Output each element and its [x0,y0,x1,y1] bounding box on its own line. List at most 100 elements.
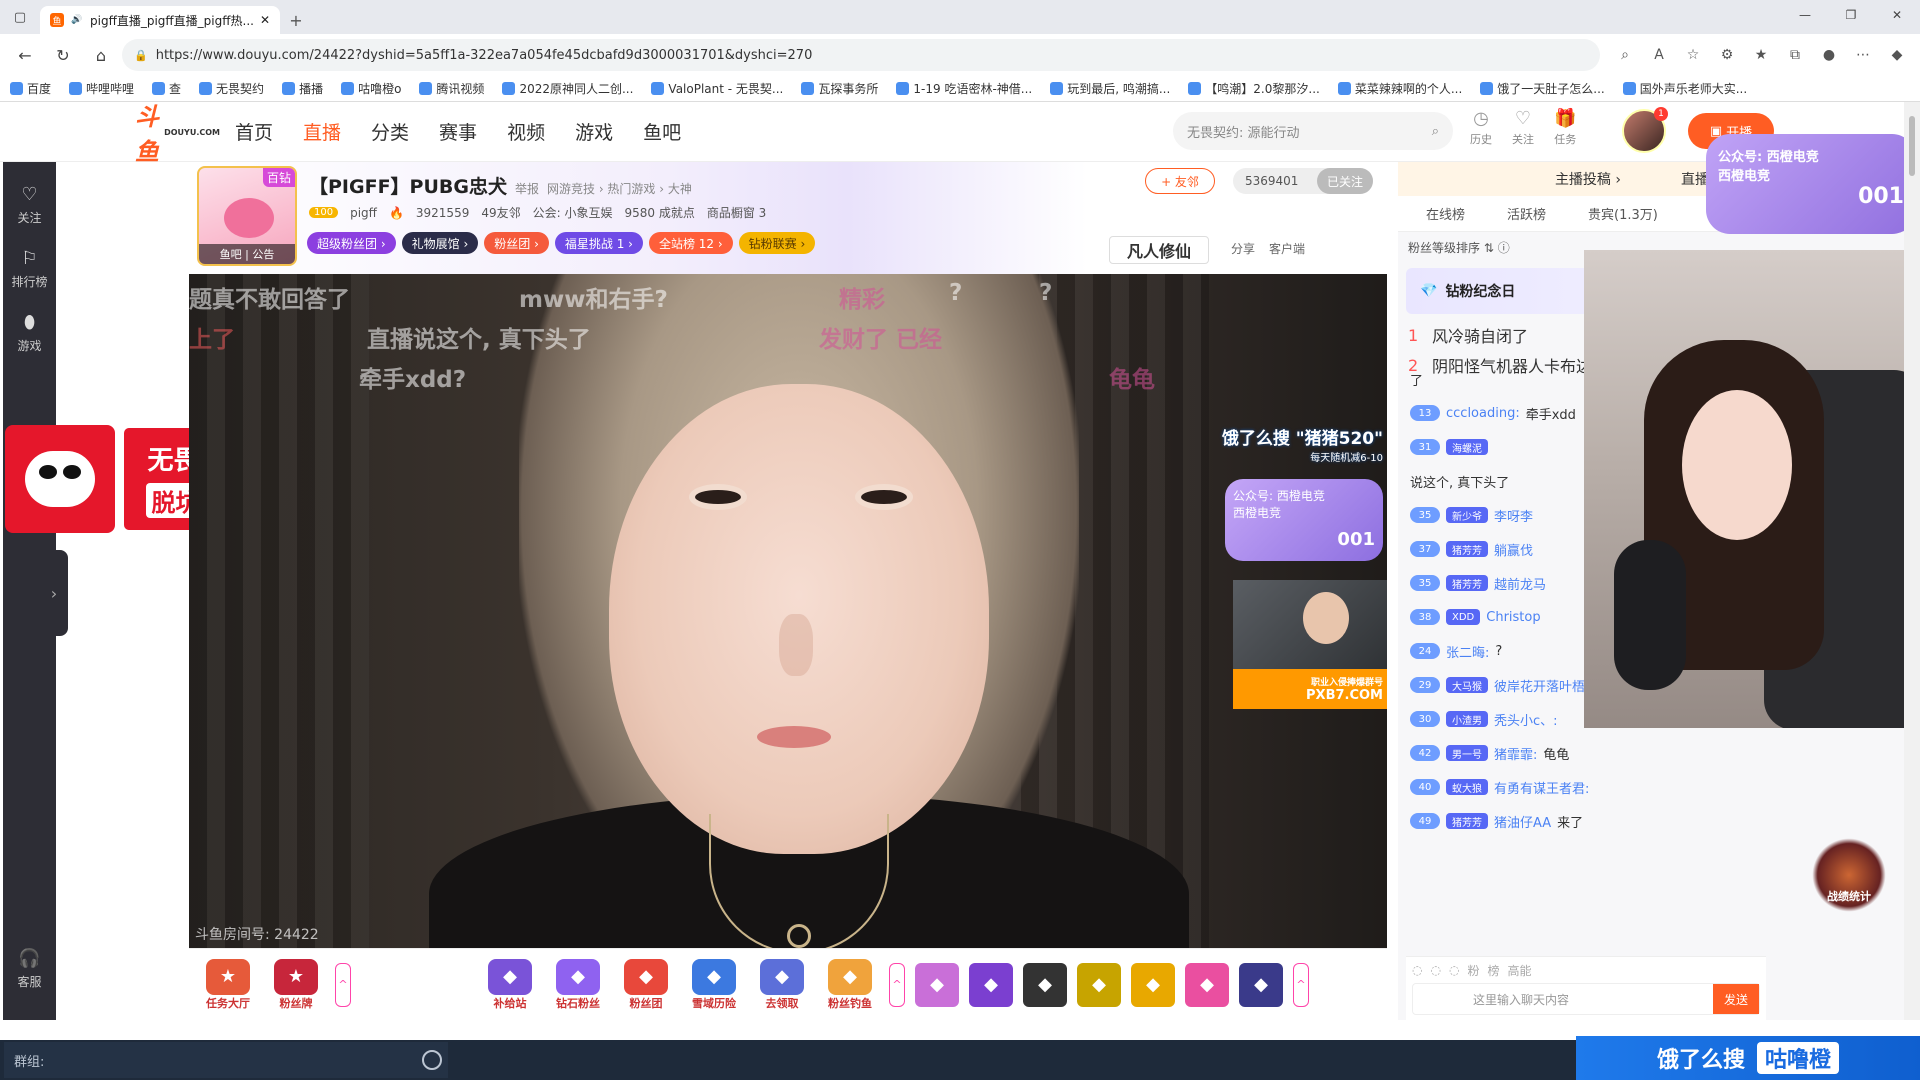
shop-label[interactable]: 商品橱窗 3 [707,204,766,221]
chat-tool-button[interactable]: 榜 [1487,962,1499,979]
client-link[interactable]: 客户端 [1269,240,1305,257]
zoom-icon[interactable]: ⌕ [1610,40,1640,70]
read-aloud-icon[interactable]: A [1644,40,1674,70]
gift-square-icon[interactable]: ◆ [969,962,1013,1007]
game-stat-button[interactable]: 战绩统计 [1812,838,1886,912]
chat-tool-button[interactable]: 高能 [1507,962,1531,979]
crown-icon[interactable]: ◌ [1449,963,1459,977]
refresh-icon[interactable]: ↻ [46,39,80,71]
nav-item-0[interactable]: 首页 [235,118,273,145]
room-chip[interactable]: 礼物展馆 › [401,232,479,254]
favorite-star-icon[interactable]: ☆ [1678,40,1708,70]
bookmark-item[interactable]: 国外声乐老师大实... [1622,80,1747,97]
follow-button[interactable]: 5369401 已关注 [1233,168,1373,194]
minimize-icon[interactable]: — [1782,0,1828,30]
more-icon[interactable]: ⋯ [1848,40,1878,70]
right-top-link[interactable]: 主播投稿 › [1555,169,1621,189]
speaker-icon[interactable]: 🔊 [70,13,84,27]
nav-item-3[interactable]: 赛事 [439,118,477,145]
close-window-icon[interactable]: ✕ [1874,0,1920,30]
new-tab-button[interactable]: + [280,6,312,34]
bookmark-item[interactable]: 播播 [282,80,323,97]
search-input[interactable]: 无畏契约: 源能行动 ⌕ [1173,112,1453,150]
bookmark-item[interactable]: ValoPlant - 无畏契... [651,80,783,97]
gift-scroll-up-button[interactable]: ^ [1293,962,1309,1007]
gift-square-icon[interactable]: ◆ [1131,962,1175,1007]
nav-item-6[interactable]: 鱼吧 [643,118,681,145]
streamer-name[interactable]: pigff [350,206,377,220]
bookmark-item[interactable]: 瓦探事务所 [801,80,878,97]
gift-button[interactable]: 🎁 任务 [1554,108,1576,147]
gift-square-icon[interactable]: ◆ [1239,962,1283,1007]
window-menu-icon[interactable]: ▢ [0,0,40,34]
bookmark-item[interactable]: 无畏契约 [199,80,264,97]
scrollbar-thumb[interactable] [1909,116,1915,176]
sidebar-item-game[interactable]: ⬮ 游戏 [3,312,56,354]
send-button[interactable]: 发送 [1713,984,1759,1014]
gift-square-icon[interactable]: ◆ [1023,962,1067,1007]
gift-item[interactable]: ◆ 粉丝钓鱼 [821,958,879,1011]
gift-item[interactable]: ★ 粉丝牌 [267,958,325,1011]
bookmark-item[interactable]: 【鸣潮】2.0黎那汐... [1188,80,1320,97]
game-ad-badge[interactable]: 凡人修仙 [1109,236,1209,264]
smile-icon[interactable]: ◌ [1412,963,1422,977]
sidebar-item-heart[interactable]: ♡ 关注 [3,184,56,226]
chat-username[interactable]: 越前龙马 [1494,574,1546,593]
chat-username[interactable]: 猪霏霏: [1494,744,1537,763]
gift-scroll-up-button[interactable]: ^ [889,962,905,1007]
group-input[interactable]: 群组: [4,1042,448,1078]
rank-tab[interactable]: 贵宾(1.3万) [1588,204,1658,223]
bookmark-item[interactable]: 腾讯视频 [419,80,484,97]
gift-square-icon[interactable]: ◆ [1185,962,1229,1007]
gift-item[interactable]: ◆ 雪域历险 [685,958,743,1011]
bookmark-item[interactable]: 2022原神同人二创... [502,80,633,97]
avatar[interactable]: 1 [1622,107,1668,153]
chat-username[interactable]: 猪油仔AA [1494,812,1551,831]
sidebar-item-service[interactable]: 🎧 客服 [3,948,56,990]
chat-username[interactable]: cccloading: [1446,406,1520,421]
chat-username[interactable]: 张二晦: [1446,642,1489,661]
megaphone-icon[interactable]: ◌ [1430,963,1440,977]
bookmark-item[interactable]: 百度 [10,80,51,97]
chat-username[interactable]: 李呀李 [1494,506,1533,525]
restore-icon[interactable]: ❐ [1828,0,1874,30]
browser-tab[interactable]: 鱼 🔊 pigff直播_pigff直播_pigff热... ✕ [40,6,280,34]
bookmark-item[interactable]: 查 [152,80,181,97]
history-button[interactable]: ◷ 历史 [1470,108,1492,147]
category-breadcrumb[interactable]: 网游竞技 › 热门游戏 › 大神 [547,180,692,197]
extensions-icon[interactable]: ⚙ [1712,40,1742,70]
friends-count[interactable]: 49友邻 [481,204,520,221]
sidebar-item-rank[interactable]: ⚐ 排行榜 [3,248,56,290]
chat-input[interactable]: 这里输入聊天内容 发送 [1412,983,1760,1015]
room-chip[interactable]: 福星挑战 1 › [554,232,643,254]
room-chip[interactable]: 粉丝团 › [484,232,549,254]
guild-label[interactable]: 公会: 小象互娱 [533,204,613,221]
bookmark-item[interactable]: 咕噜橙o [341,80,401,97]
report-link[interactable]: 举报 [515,180,539,197]
nav-item-2[interactable]: 分类 [371,118,409,145]
gift-item[interactable]: ◆ 去领取 [753,958,811,1011]
heart-button[interactable]: ♡ 关注 [1512,108,1534,147]
gift-square-icon[interactable]: ◆ [1077,962,1121,1007]
url-field[interactable]: 🔒 https://www.douyu.com/24422?dyshid=5a5… [122,39,1600,71]
chat-username[interactable]: Christop [1486,610,1540,625]
search-icon[interactable]: ⌕ [1432,124,1439,139]
site-info-icon[interactable]: 🔒 [134,49,148,62]
profile-icon[interactable]: ● [1814,40,1844,70]
collections-icon[interactable]: ⧉ [1780,40,1810,70]
back-icon[interactable]: ← [8,39,42,71]
favorites-icon[interactable]: ★ [1746,40,1776,70]
share-link[interactable]: 分享 [1231,240,1255,257]
gift-item[interactable]: ◆ 钻石粉丝 [549,958,607,1011]
room-chip[interactable]: 超级粉丝团 › [307,232,396,254]
streamer-avatar[interactable]: 百钻 鱼吧 | 公告 [197,166,297,266]
room-chip[interactable]: 钻粉联赛 › [738,232,816,254]
douyu-logo[interactable]: 斗鱼 DOUYU.COM [135,103,220,166]
video-player[interactable]: 题真不敢回答了 mww和右手? 精彩?? 上了 直播说这个, 真下头了 发财了 已经 牵手x… [189,274,1387,948]
tab-close-icon[interactable]: ✕ [260,13,270,27]
home-icon[interactable]: ⌂ [84,39,118,71]
friend-button[interactable]: + 友邻 [1145,168,1215,194]
bookmark-item[interactable]: 菜菜辣辣啊的个人... [1337,80,1462,97]
gift-item[interactable]: ★ 任务大厅 [199,958,257,1011]
nav-item-1[interactable]: 直播 [303,118,341,145]
